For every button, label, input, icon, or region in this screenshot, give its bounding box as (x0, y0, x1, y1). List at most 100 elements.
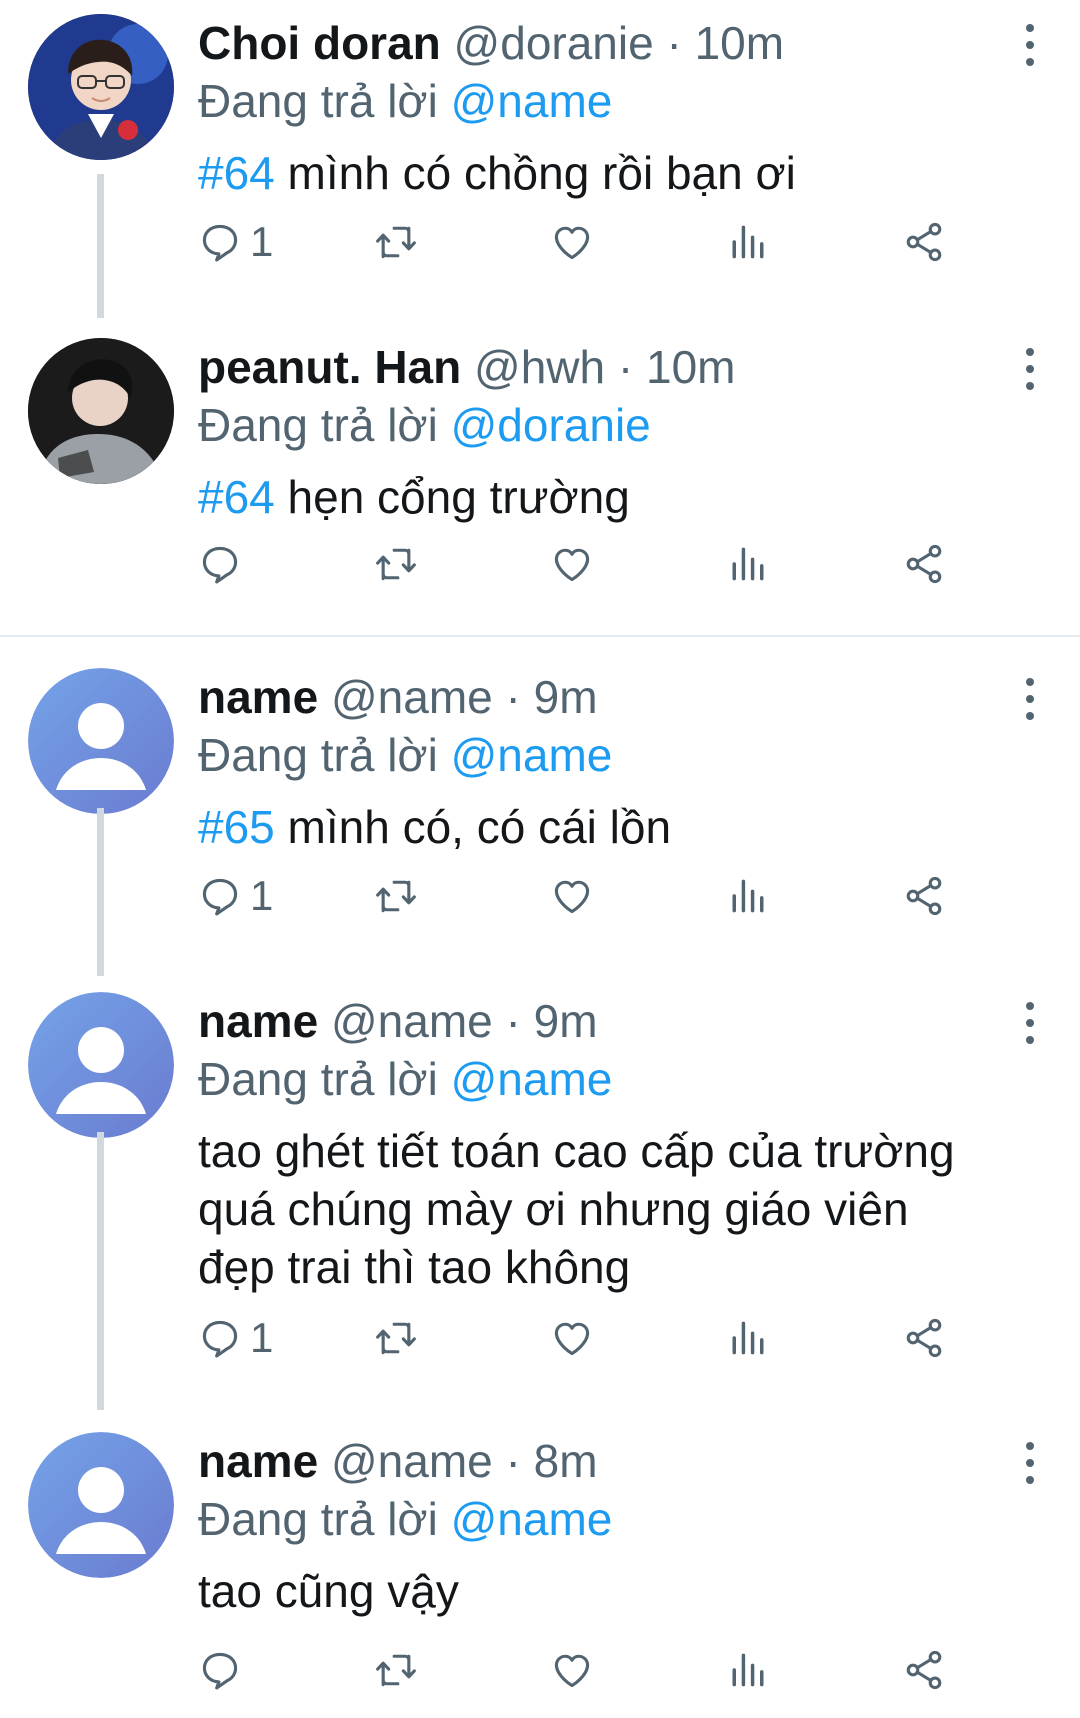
more-options-icon[interactable] (1020, 346, 1040, 392)
thread-divider (0, 635, 1080, 637)
default-user-avatar-icon (28, 668, 174, 814)
tweet-text-line: quá chúng mày ơi nhưng giáo viên (198, 1183, 909, 1235)
user-handle[interactable]: @hwh (474, 341, 605, 393)
share-icon (902, 1648, 946, 1692)
avatar[interactable] (28, 14, 174, 160)
like-icon (550, 1316, 594, 1360)
views-button[interactable] (726, 1642, 770, 1698)
reply-count: 1 (250, 872, 274, 919)
tweet-actions (198, 1642, 1028, 1698)
share-button[interactable] (902, 1642, 946, 1698)
tweet-1[interactable]: Choi doran @doranie · 10m Đang trả lời @… (0, 14, 1080, 332)
share-button[interactable] (902, 868, 946, 924)
replying-to: Đang trả lời @name (198, 72, 1050, 130)
share-button[interactable] (902, 214, 946, 270)
timestamp[interactable]: 10m (695, 17, 784, 69)
replying-to-mention[interactable]: @name (451, 75, 613, 127)
avatar[interactable] (28, 668, 174, 814)
tweet-header: name @name · 8m (198, 1432, 1050, 1490)
reply-button[interactable]: 1 (198, 1310, 273, 1366)
avatar[interactable] (28, 992, 174, 1138)
replying-to-mention[interactable]: @name (451, 1493, 613, 1545)
user-handle[interactable]: @name (331, 995, 493, 1047)
hashtag[interactable]: #64 (198, 147, 275, 199)
more-options-icon[interactable] (1020, 676, 1040, 722)
reply-icon (198, 220, 242, 264)
retweet-button[interactable] (374, 868, 418, 924)
separator-dot: · (505, 995, 521, 1047)
replying-to: Đang trả lời @doranie (198, 396, 1050, 454)
retweet-button[interactable] (374, 1642, 418, 1698)
like-button[interactable] (550, 868, 594, 924)
replying-to-label: Đang trả lời (198, 399, 438, 451)
display-name[interactable]: name (198, 995, 318, 1047)
display-name[interactable]: peanut. Han (198, 341, 461, 393)
tweet-2[interactable]: peanut. Han @hwh · 10m Đang trả lời @dor… (0, 338, 1080, 628)
reply-button[interactable] (198, 1642, 250, 1698)
separator-dot: · (505, 671, 521, 723)
more-options-icon[interactable] (1020, 1440, 1040, 1486)
replying-to-mention[interactable]: @name (451, 1053, 613, 1105)
share-icon (902, 874, 946, 918)
views-button[interactable] (726, 868, 770, 924)
like-button[interactable] (550, 536, 594, 592)
timestamp[interactable]: 10m (646, 341, 735, 393)
retweet-button[interactable] (374, 536, 418, 592)
display-name[interactable]: Choi doran (198, 17, 441, 69)
user-handle[interactable]: @name (331, 1435, 493, 1487)
reply-button[interactable]: 1 (198, 214, 273, 270)
replying-to-label: Đang trả lời (198, 1493, 438, 1545)
replying-to: Đang trả lời @name (198, 1050, 1050, 1108)
retweet-button[interactable] (374, 1310, 418, 1366)
reply-button[interactable]: 1 (198, 868, 273, 924)
tweet-text-body: mình có, có cái lồn (287, 801, 672, 853)
hashtag[interactable]: #65 (198, 801, 275, 853)
tweet-text: #65 mình có, có cái lồn (198, 798, 1050, 856)
replying-to-label: Đang trả lời (198, 729, 438, 781)
share-button[interactable] (902, 1310, 946, 1366)
views-icon (726, 1316, 770, 1360)
tweet-5[interactable]: name @name · 8m Đang trả lời @name tao c… (0, 1432, 1080, 1718)
thread-line (97, 1132, 104, 1410)
views-button[interactable] (726, 214, 770, 270)
reply-button[interactable] (198, 536, 250, 592)
more-options-icon[interactable] (1020, 1000, 1040, 1046)
avatar[interactable] (28, 1432, 174, 1578)
share-button[interactable] (902, 536, 946, 592)
replying-to-mention[interactable]: @doranie (451, 399, 651, 451)
views-button[interactable] (726, 536, 770, 592)
share-icon (902, 542, 946, 586)
tweet-text-body: hẹn cổng trường (287, 471, 630, 523)
tweet-3[interactable]: name @name · 9m Đang trả lời @name #65 m… (0, 668, 1080, 986)
tweet-text: #64 mình có chồng rồi bạn ơi (198, 144, 1050, 202)
like-button[interactable] (550, 1642, 594, 1698)
reply-count: 1 (250, 218, 274, 265)
like-button[interactable] (550, 214, 594, 270)
photo-avatar-icon (28, 14, 174, 160)
user-handle[interactable]: @name (331, 671, 493, 723)
tweet-header: name @name · 9m (198, 668, 1050, 726)
tweet-4[interactable]: name @name · 9m Đang trả lời @name tao g… (0, 992, 1080, 1420)
timestamp[interactable]: 8m (534, 1435, 598, 1487)
views-button[interactable] (726, 1310, 770, 1366)
display-name[interactable]: name (198, 1435, 318, 1487)
timestamp[interactable]: 9m (534, 995, 598, 1047)
like-button[interactable] (550, 1310, 594, 1366)
reply-icon (198, 542, 242, 586)
avatar[interactable] (28, 338, 174, 484)
user-handle[interactable]: @doranie (454, 17, 654, 69)
more-options-icon[interactable] (1020, 22, 1040, 68)
retweet-icon (374, 542, 418, 586)
replying-to: Đang trả lời @name (198, 726, 1050, 784)
retweet-button[interactable] (374, 214, 418, 270)
replying-to: Đang trả lời @name (198, 1490, 1050, 1548)
timestamp[interactable]: 9m (534, 671, 598, 723)
tweet-text: tao ghét tiết toán cao cấp của trường qu… (198, 1122, 1050, 1296)
hashtag[interactable]: #64 (198, 471, 275, 523)
views-icon (726, 220, 770, 264)
retweet-icon (374, 874, 418, 918)
replying-to-mention[interactable]: @name (451, 729, 613, 781)
views-icon (726, 1648, 770, 1692)
tweet-header: peanut. Han @hwh · 10m (198, 338, 1050, 396)
display-name[interactable]: name (198, 671, 318, 723)
